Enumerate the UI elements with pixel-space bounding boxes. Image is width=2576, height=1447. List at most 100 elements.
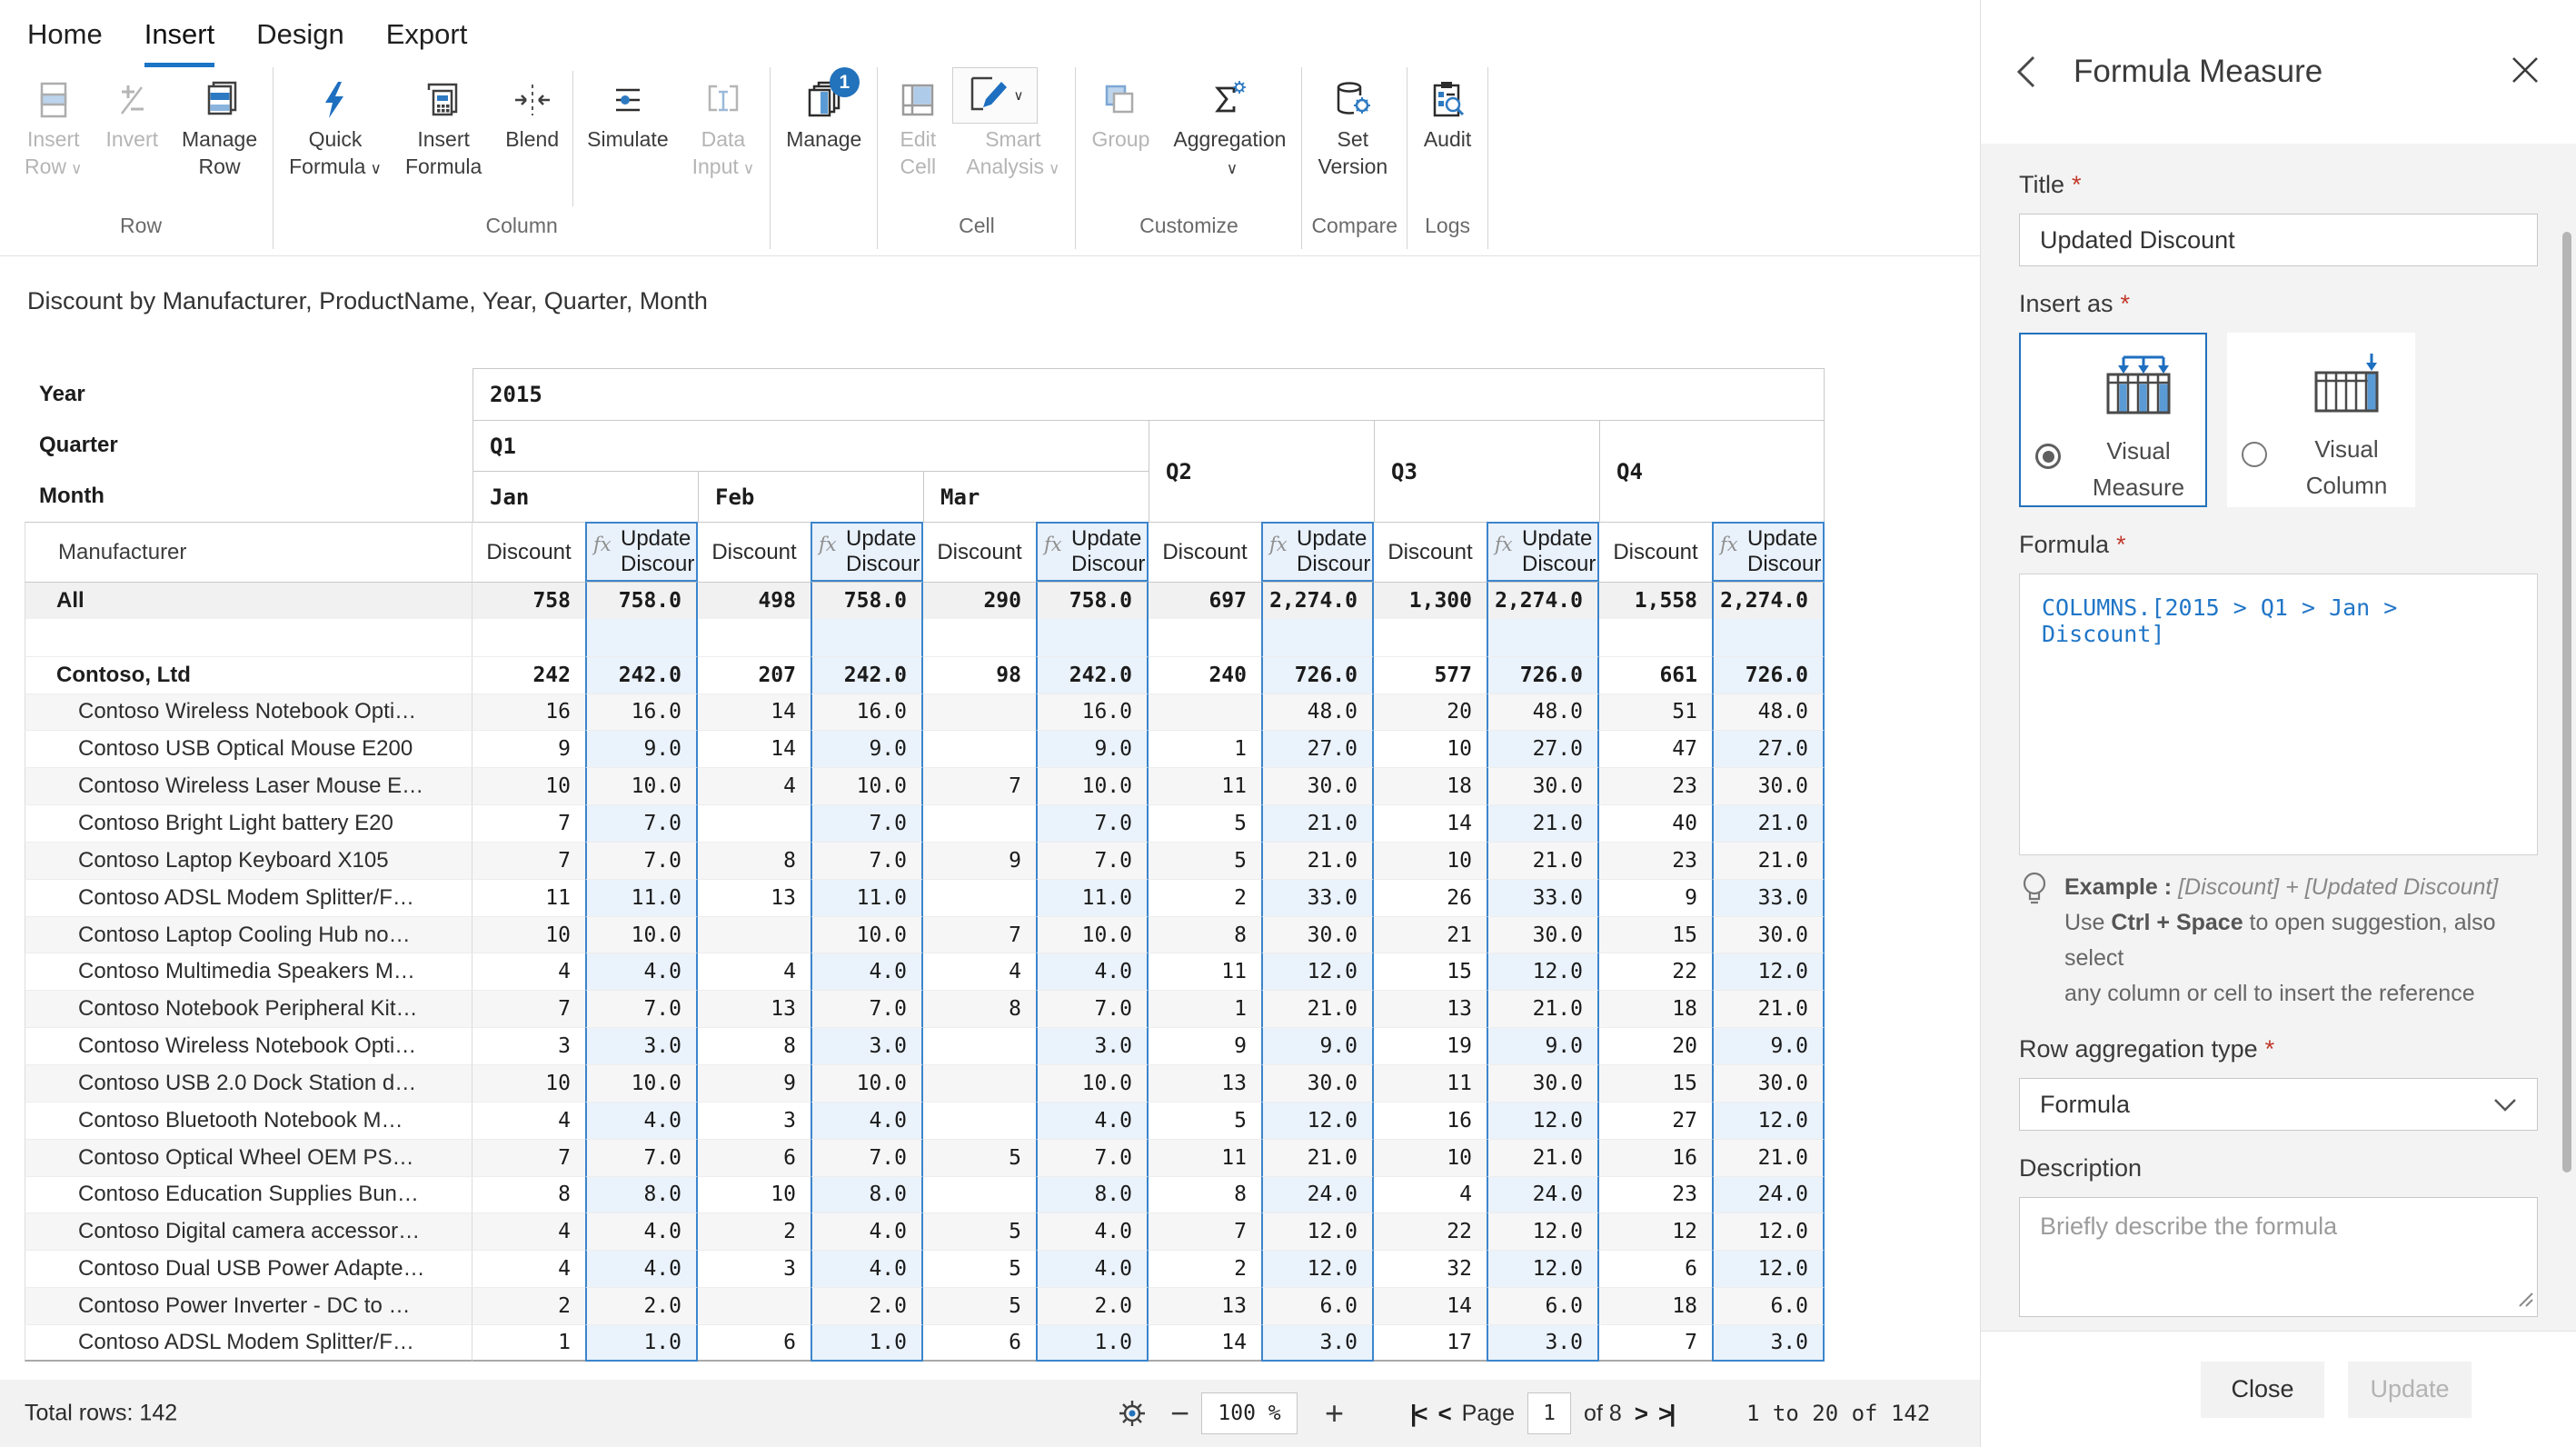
zoom-out-button[interactable]: −	[1170, 1394, 1189, 1432]
pivot-cell[interactable]: 5	[923, 1287, 1036, 1324]
pivot-cell[interactable]: 16.0	[811, 694, 923, 731]
settings-gear-icon[interactable]	[1116, 1397, 1149, 1430]
pivot-cell[interactable]: 10.0	[1036, 916, 1149, 953]
pivot-cell[interactable]: 22	[1374, 1212, 1487, 1250]
pivot-cell[interactable]: 7	[1149, 1212, 1261, 1250]
previous-page-button[interactable]: <	[1437, 1400, 1448, 1428]
pivot-cell[interactable]	[698, 916, 811, 953]
col-header-year-2015[interactable]: 2015	[472, 368, 1825, 420]
pivot-cell[interactable]: 577	[1374, 656, 1487, 694]
pivot-cell[interactable]: 4	[1374, 1176, 1487, 1213]
pivot-cell[interactable]: 9.0	[811, 730, 923, 767]
col-header-updated-discount[interactable]: fxUpdateDiscour	[1712, 522, 1825, 582]
aggregation-button[interactable]: Aggregation∨	[1161, 67, 1298, 182]
pivot-cell[interactable]: 21.0	[1261, 990, 1374, 1027]
pivot-cell[interactable]: 10	[472, 767, 585, 804]
pivot-cell[interactable]: 290	[923, 582, 1036, 619]
row-label[interactable]: Contoso Wireless Laser Mouse E…	[25, 767, 472, 804]
pivot-cell[interactable]: 98	[923, 656, 1036, 694]
row-label[interactable]: Contoso Bluetooth Notebook M…	[25, 1102, 472, 1139]
row-label[interactable]: Contoso Bright Light battery E20	[25, 804, 472, 842]
pivot-cell[interactable]: 2,274.0	[1712, 582, 1825, 619]
pivot-cell[interactable]: 7.0	[585, 990, 698, 1027]
row-aggregation-select[interactable]: Formula	[2019, 1078, 2538, 1131]
col-header-updated-discount[interactable]: fxUpdateDiscour	[811, 522, 923, 582]
pivot-cell[interactable]: 12.0	[1261, 953, 1374, 990]
pivot-cell[interactable]: 51	[1599, 694, 1712, 731]
col-header-discount[interactable]: Discount	[1599, 522, 1712, 582]
pivot-cell[interactable]: 10	[1374, 730, 1487, 767]
pivot-cell[interactable]: 30.0	[1487, 916, 1599, 953]
col-header-q2[interactable]: Q2	[1149, 420, 1374, 522]
pivot-cell[interactable]: 12.0	[1261, 1102, 1374, 1139]
pivot-cell[interactable]: 1.0	[585, 1324, 698, 1362]
pivot-cell[interactable]: 4	[472, 1102, 585, 1139]
pivot-cell[interactable]: 7.0	[811, 990, 923, 1027]
col-header-discount[interactable]: Discount	[923, 522, 1036, 582]
pivot-cell[interactable]: 697	[1149, 582, 1261, 619]
pivot-cell[interactable]: 5	[1149, 1102, 1261, 1139]
pivot-cell[interactable]: 8	[698, 1027, 811, 1064]
pivot-cell[interactable]: 48.0	[1261, 694, 1374, 731]
pivot-cell[interactable]: 40	[1599, 804, 1712, 842]
pivot-cell[interactable]: 9.0	[1712, 1027, 1825, 1064]
pivot-cell[interactable]: 10	[1374, 1139, 1487, 1176]
pivot-cell[interactable]: 10	[1374, 842, 1487, 879]
pivot-cell[interactable]: 13	[1149, 1064, 1261, 1102]
pivot-cell[interactable]: 11	[1374, 1064, 1487, 1102]
pivot-cell[interactable]: 23	[1599, 1176, 1712, 1213]
radio-unselected[interactable]	[2242, 442, 2267, 467]
cell-edit-dropdown-button[interactable]: ∨	[952, 67, 1038, 124]
pivot-cell[interactable]: 30.0	[1712, 767, 1825, 804]
pivot-cell[interactable]: 14	[698, 694, 811, 731]
pivot-cell[interactable]: 12.0	[1261, 1212, 1374, 1250]
row-label[interactable]: Contoso Laptop Cooling Hub no…	[25, 916, 472, 953]
row-label[interactable]: Contoso Wireless Notebook Opti…	[25, 694, 472, 731]
pivot-cell[interactable]: 4	[472, 1212, 585, 1250]
pivot-cell[interactable]: 6.0	[1261, 1287, 1374, 1324]
pivot-cell[interactable]: 27	[1599, 1102, 1712, 1139]
pivot-cell[interactable]: 16	[1599, 1139, 1712, 1176]
pivot-cell[interactable]: 13	[1374, 990, 1487, 1027]
col-header-discount[interactable]: Discount	[698, 522, 811, 582]
row-label[interactable]: Contoso Power Inverter - DC to …	[25, 1287, 472, 1324]
pivot-cell[interactable]: 4.0	[811, 1250, 923, 1287]
pivot-cell[interactable]: 3	[698, 1102, 811, 1139]
pivot-cell[interactable]: 4.0	[585, 1102, 698, 1139]
back-chevron-icon[interactable]	[2014, 54, 2037, 90]
pivot-cell[interactable]: 240	[1149, 656, 1261, 694]
pivot-cell[interactable]: 5	[923, 1212, 1036, 1250]
pivot-cell[interactable]: 7.0	[1036, 842, 1149, 879]
col-header-discount[interactable]: Discount	[472, 522, 585, 582]
pivot-cell[interactable]: 4.0	[1036, 1102, 1149, 1139]
col-header-updated-discount[interactable]: fxUpdateDiscour	[1487, 522, 1599, 582]
pivot-cell[interactable]: 6.0	[1712, 1287, 1825, 1324]
pivot-cell[interactable]: 3.0	[1712, 1324, 1825, 1362]
pivot-cell[interactable]	[923, 1102, 1036, 1139]
pivot-cell[interactable]: 4.0	[1036, 953, 1149, 990]
pivot-cell[interactable]: 242.0	[1036, 656, 1149, 694]
pivot-cell[interactable]: 21.0	[1487, 804, 1599, 842]
pivot-cell[interactable]: 12.0	[1487, 1102, 1599, 1139]
radio-selected[interactable]	[2035, 444, 2061, 469]
pivot-cell[interactable]: 48.0	[1712, 694, 1825, 731]
pivot-cell[interactable]: 11	[1149, 953, 1261, 990]
pivot-cell[interactable]: 7.0	[1036, 990, 1149, 1027]
pivot-cell[interactable]: 758.0	[585, 582, 698, 619]
pivot-cell[interactable]: 11	[1149, 767, 1261, 804]
pivot-cell[interactable]: 2	[1149, 879, 1261, 916]
col-header-feb[interactable]: Feb	[698, 471, 923, 522]
pivot-cell[interactable]: 12.0	[1712, 1212, 1825, 1250]
insert-as-option-visual-measure[interactable]: VisualMeasure	[2019, 333, 2207, 507]
pivot-cell[interactable]: 5	[1149, 842, 1261, 879]
pivot-cell[interactable]: 10.0	[1036, 767, 1149, 804]
pivot-cell[interactable]: 8	[472, 1176, 585, 1213]
row-label[interactable]: Contoso ADSL Modem Splitter/F…	[25, 1324, 472, 1362]
pivot-cell[interactable]: 21.0	[1261, 1139, 1374, 1176]
pivot-cell[interactable]: 30.0	[1712, 916, 1825, 953]
pivot-cell[interactable]: 10.0	[811, 767, 923, 804]
pivot-cell[interactable]: 726.0	[1712, 656, 1825, 694]
pivot-cell[interactable]: 32	[1374, 1250, 1487, 1287]
pivot-cell[interactable]: 8	[1149, 1176, 1261, 1213]
pivot-cell[interactable]: 1.0	[1036, 1324, 1149, 1362]
